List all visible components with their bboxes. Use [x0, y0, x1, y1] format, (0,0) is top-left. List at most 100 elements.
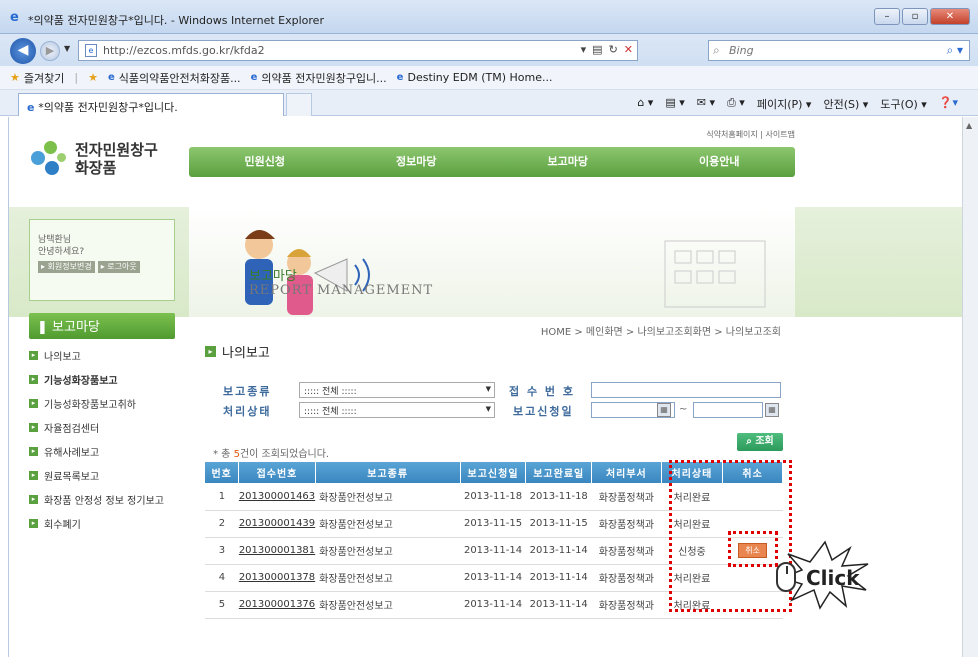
lnb-item-ingredient[interactable]: ▸ 원료목록보고 [29, 463, 175, 487]
date-to-input[interactable] [693, 402, 763, 418]
report-type-select[interactable]: ::::: 전체 ::::: ▼ [299, 382, 495, 398]
hero-title: 보고마당 [249, 269, 297, 284]
receipt-link[interactable]: 201300001463 [238, 483, 316, 511]
dropdown-icon[interactable]: ▾ [581, 43, 587, 56]
gnb-item-report[interactable]: 보고마당 [492, 147, 644, 177]
add-favorite-icon[interactable]: ★ [88, 71, 98, 84]
favorites-bar: ★ 즐겨찾기 | ★ e 식품의약품안전처화장품... e 의약품 전자민원창구입니.… [0, 66, 978, 90]
favorites-button[interactable]: ★ 즐겨찾기 [10, 70, 64, 86]
window-controls: – ▫ ✕ [874, 8, 970, 25]
lnb-item-my-report[interactable]: ▸ 나의보고 [29, 343, 175, 367]
receipt-link[interactable]: 201300001439 [238, 510, 316, 538]
tools-menu[interactable]: 도구(O) ▾ [880, 96, 927, 112]
calendar-icon[interactable]: ▦ [765, 403, 779, 417]
gnb-item-guide[interactable]: 이용안내 [644, 147, 796, 177]
new-tab-button[interactable] [286, 93, 312, 116]
chevron-down-icon: ▼ [485, 385, 491, 393]
address-bar[interactable]: e http://ezcos.mfds.go.kr/kfda2 ▾ ▤ ↻ ✕ [78, 40, 638, 61]
receipt-link[interactable]: 201300001378 [238, 564, 316, 592]
cell-dept: 화장품정책과 [591, 591, 662, 619]
page-menu[interactable]: 페이지(P) ▾ [757, 96, 812, 112]
cell-type: 화장품안전성보고 [315, 483, 461, 511]
search-filter: 보고종류 ::::: 전체 ::::: ▼ 처리상태 ::::: 전체 :::::… [213, 379, 783, 421]
gnb-item-apply[interactable]: 민원신청 [189, 147, 341, 177]
edit-profile-button[interactable]: ▸ 회원정보변경 [38, 261, 95, 273]
col-type: 보고종류 [315, 462, 461, 483]
back-button[interactable]: ◀ [10, 38, 36, 64]
receipt-link[interactable]: 201300001376 [238, 591, 316, 619]
cell-dept: 화장품정책과 [591, 510, 662, 538]
cell-type: 화장품안전성보고 [315, 510, 461, 538]
home-icon[interactable]: ⌂ ▾ [637, 96, 653, 112]
address-controls: ▾ ▤ ↻ ✕ [581, 43, 633, 56]
cell-type: 화장품안전성보고 [315, 537, 461, 565]
print-icon[interactable]: ⎙ ▾ [727, 96, 745, 112]
tab-current[interactable]: e *의약품 전자민원창구*입니다. [18, 93, 284, 116]
gnb-item-info[interactable]: 정보마당 [341, 147, 493, 177]
vertical-scrollbar[interactable]: ▲ [962, 117, 978, 657]
status-label: 처리상태 [223, 405, 272, 418]
brand-line2: 화장품 [75, 159, 117, 177]
refresh-icon[interactable]: ↻ [609, 43, 618, 56]
lnb-item-functional-report[interactable]: ▸ 기능성화장품보고 [29, 367, 175, 391]
hero-subtitle: REPORT MANAGEMENT [249, 283, 434, 298]
stop-icon[interactable]: ✕ [624, 43, 633, 56]
feeds-icon[interactable]: ▤ ▾ [665, 96, 684, 112]
result-count: * 총 5건이 조회되었습니다. [213, 449, 330, 460]
hero-visual [189, 207, 795, 317]
cell-done: 2013-11-14 [525, 537, 592, 565]
ie-logo-icon: e [10, 10, 19, 25]
brand-line1: 전자민원창구 [75, 141, 158, 159]
lnb-item-safety-periodic[interactable]: ▸ 화장품 안정성 정보 정기보고 [29, 487, 175, 511]
url-text[interactable]: http://ezcos.mfds.go.kr/kfda2 [103, 44, 265, 57]
favorite-link-2[interactable]: e 의약품 전자민원창구입니... [251, 70, 387, 86]
search-button[interactable]: ⌕ 조회 [737, 433, 783, 451]
building-illustration [664, 240, 766, 308]
minimize-button[interactable]: – [874, 8, 900, 25]
favorite-link-3[interactable]: e Destiny EDM (TM) Home... [397, 71, 553, 84]
receipt-input[interactable] [591, 382, 781, 398]
cell-no: 2 [205, 510, 239, 538]
site-logo[interactable]: 전자민원창구 화장품 [31, 141, 158, 177]
search-input[interactable] [729, 43, 929, 58]
favorite-link-1[interactable]: e 식품의약품안전처화장품... [108, 70, 241, 86]
cell-apply: 2013-11-14 [460, 564, 526, 592]
safety-menu[interactable]: 안전(S) ▾ [823, 96, 868, 112]
col-receipt: 접수번호 [238, 462, 316, 483]
receipt-link[interactable]: 201300001381 [238, 537, 316, 565]
cell-dept: 화장품정책과 [591, 483, 662, 511]
search-box[interactable]: ⌕ ⌕ ▾ [708, 40, 970, 61]
logo-icon [31, 141, 67, 177]
col-dept: 처리부서 [591, 462, 662, 483]
status-select[interactable]: ::::: 전체 ::::: ▼ [299, 402, 495, 418]
date-separator: ~ [679, 404, 688, 415]
lnb-item-self-check[interactable]: ▸ 자율점검센터 [29, 415, 175, 439]
help-icon[interactable]: ❓▾ [939, 96, 958, 112]
chevron-down-icon: ▼ [485, 405, 491, 413]
bullet-icon: ▸ [29, 470, 38, 480]
col-done-date: 보고완료일 [525, 462, 593, 483]
lnb-item-adverse[interactable]: ▸ 유해사례보고 [29, 439, 175, 463]
bullet-icon: ▸ [29, 446, 38, 456]
window-title: *의약품 전자민원창구*입니다. - Windows Internet Expl… [28, 14, 324, 27]
lnb-item-recall[interactable]: ▸ 회수폐기 [29, 511, 175, 535]
logout-button[interactable]: ▸ 로그아웃 [97, 261, 140, 273]
lnb-item-functional-withdraw[interactable]: ▸ 기능성화장품보고취하 [29, 391, 175, 415]
maximize-button[interactable]: ▫ [902, 8, 928, 25]
search-go-icon[interactable]: ⌕ ▾ [946, 43, 963, 58]
cancel-button-highlight [728, 531, 778, 567]
history-dropdown-icon[interactable]: ▼ [64, 44, 70, 53]
cell-dept: 화장품정책과 [591, 564, 662, 592]
calendar-icon[interactable]: ▦ [657, 403, 671, 417]
top-links[interactable]: 식약처홈페이지 | 사이트맵 [706, 129, 795, 140]
mail-icon[interactable]: ✉ ▾ [697, 96, 715, 112]
breadcrumb: HOME > 메인화면 > 나의보고조회화면 > 나의보고조회 [540, 327, 781, 338]
compat-view-icon[interactable]: ▤ [592, 43, 602, 56]
global-nav: 민원신청 정보마당 보고마당 이용안내 [189, 147, 795, 177]
forward-button[interactable]: ▶ [40, 41, 60, 61]
address-toolbar: ◀ ▶ ▼ e http://ezcos.mfds.go.kr/kfda2 ▾ … [0, 34, 978, 66]
user-info-box: 남택환님 안녕하세요? ▸ 회원정보변경 ▸ 로그아웃 [29, 219, 175, 301]
close-button[interactable]: ✕ [930, 8, 970, 25]
user-name: 남택환님 [38, 235, 72, 245]
scroll-up-icon[interactable]: ▲ [966, 121, 972, 130]
